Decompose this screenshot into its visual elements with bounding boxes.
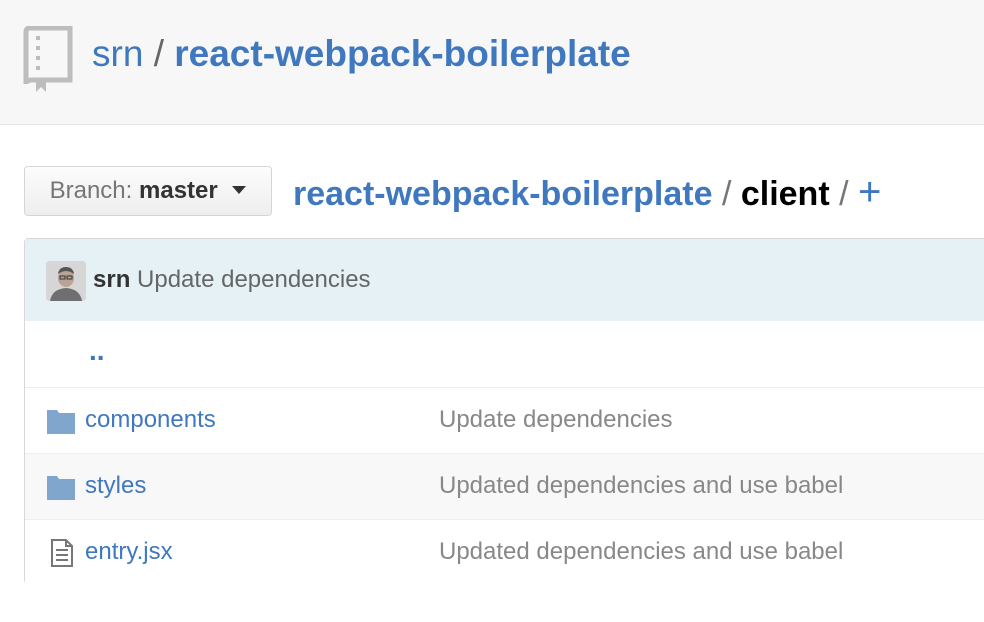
breadcrumb: react-webpack-boilerplate / client / + — [293, 170, 881, 216]
breadcrumb-separator: / — [839, 175, 849, 213]
table-row: styles Updated dependencies and use babe… — [25, 453, 984, 520]
latest-commit-bar: srn Update dependencies — [25, 239, 984, 322]
file-commit-message[interactable]: Updated dependencies and use babel — [439, 536, 843, 568]
caret-down-icon — [232, 185, 247, 194]
parent-directory-link[interactable]: .. — [89, 333, 105, 369]
repo-book-icon — [23, 26, 73, 92]
table-row: components Update dependencies — [25, 387, 984, 454]
file-commit-message[interactable]: Update dependencies — [439, 404, 673, 436]
branch-select-button[interactable]: Branch: master — [24, 166, 272, 216]
branch-name: master — [139, 177, 218, 204]
parent-directory-row: .. — [25, 321, 984, 387]
file-name-link[interactable]: entry.jsx — [85, 536, 173, 568]
file-text-icon — [51, 539, 73, 567]
repo-title-separator: / — [153, 33, 164, 74]
repo-title: srn / react-webpack-boilerplate — [92, 30, 631, 78]
breadcrumb-separator: / — [721, 175, 732, 213]
branch-label: Branch: — [49, 177, 133, 204]
table-row: entry.jsx Updated dependencies and use b… — [25, 519, 984, 586]
file-name-link[interactable]: components — [85, 404, 216, 436]
folder-icon — [47, 410, 75, 434]
file-commit-message[interactable]: Updated dependencies and use babel — [439, 470, 843, 502]
commit-author-link[interactable]: srn — [93, 266, 130, 293]
repo-name-link[interactable]: react-webpack-boilerplate — [174, 33, 630, 74]
latest-commit: srn Update dependencies — [93, 264, 371, 296]
folder-icon — [47, 476, 75, 500]
new-file-button[interactable]: + — [858, 170, 881, 214]
user-avatar-image — [46, 261, 86, 301]
avatar[interactable] — [46, 261, 86, 301]
repo-header: srn / react-webpack-boilerplate — [0, 0, 984, 125]
repo-owner-link[interactable]: srn — [92, 33, 143, 74]
breadcrumb-root-link[interactable]: react-webpack-boilerplate — [293, 175, 712, 213]
breadcrumb-current: client — [740, 175, 830, 213]
file-table: srn Update dependencies .. components Up… — [24, 238, 984, 586]
file-name-link[interactable]: styles — [85, 470, 146, 502]
commit-message-link[interactable]: Update dependencies — [137, 266, 371, 293]
